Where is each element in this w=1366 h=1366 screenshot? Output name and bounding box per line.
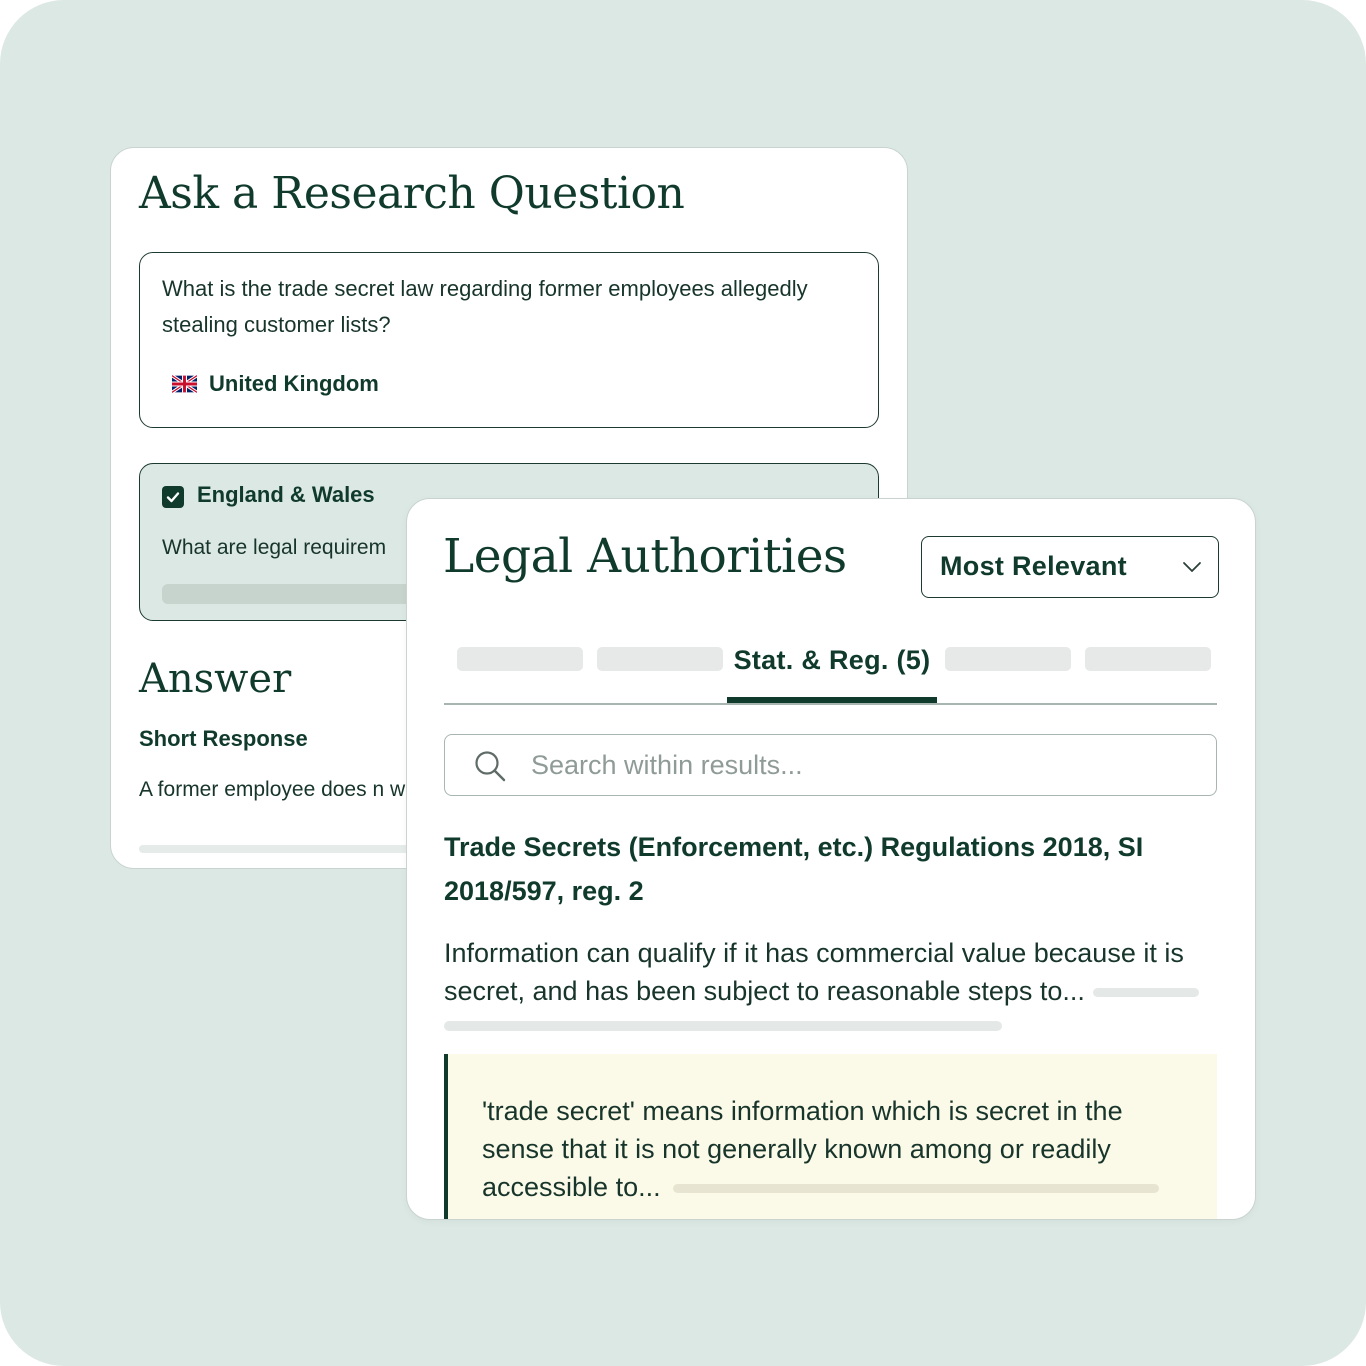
tab-label: Stat. & Reg. (5) bbox=[733, 645, 931, 675]
active-tab-indicator bbox=[727, 697, 937, 703]
result-quote: 'trade secret' means information which i… bbox=[444, 1054, 1217, 1219]
sub-question-text: What are legal requirem bbox=[162, 536, 387, 559]
uk-flag-icon bbox=[172, 375, 197, 393]
tab-placeholder[interactable] bbox=[597, 647, 723, 671]
tab-placeholder[interactable] bbox=[1085, 647, 1211, 671]
search-box bbox=[444, 734, 1217, 796]
loading-placeholder bbox=[444, 1021, 1002, 1031]
jurisdiction-chip[interactable]: United Kingdom bbox=[172, 371, 379, 397]
short-response-heading: Short Response bbox=[139, 726, 308, 751]
tab-statutes-regulations[interactable]: Stat. & Reg. (5) bbox=[727, 629, 937, 703]
question-box[interactable]: What is the trade secret law regarding f… bbox=[139, 252, 879, 428]
quote-text-block: 'trade secret' means information which i… bbox=[482, 1092, 1182, 1206]
sub-jurisdiction-label: England & Wales bbox=[197, 482, 375, 507]
answer-heading: Answer bbox=[139, 656, 292, 702]
checkbox-checked-icon[interactable] bbox=[162, 486, 184, 508]
loading-placeholder bbox=[672, 1184, 1159, 1194]
authorities-title: Legal Authorities bbox=[443, 529, 847, 584]
chevron-down-icon bbox=[1183, 562, 1201, 572]
tab-placeholder[interactable] bbox=[945, 647, 1071, 671]
tab-placeholder[interactable] bbox=[457, 647, 583, 671]
search-icon bbox=[475, 751, 506, 782]
authority-tabs: Stat. & Reg. (5) bbox=[444, 629, 1217, 705]
sort-dropdown[interactable]: Most Relevant bbox=[921, 536, 1219, 598]
jurisdiction-label: United Kingdom bbox=[209, 371, 379, 396]
research-title: Ask a Research Question bbox=[139, 168, 685, 219]
search-input[interactable] bbox=[531, 745, 1191, 785]
sort-selected-label: Most Relevant bbox=[940, 551, 1127, 581]
result-description-text: Information can qualify if it has commer… bbox=[444, 938, 1184, 1006]
result-title[interactable]: Trade Secrets (Enforcement, etc.) Regula… bbox=[444, 825, 1194, 913]
result-description: Information can qualify if it has commer… bbox=[444, 934, 1224, 1010]
question-text[interactable]: What is the trade secret law regarding f… bbox=[162, 271, 842, 343]
legal-authorities-card: Legal Authorities Most Relevant Stat. & … bbox=[406, 498, 1256, 1220]
loading-placeholder bbox=[1092, 988, 1199, 998]
